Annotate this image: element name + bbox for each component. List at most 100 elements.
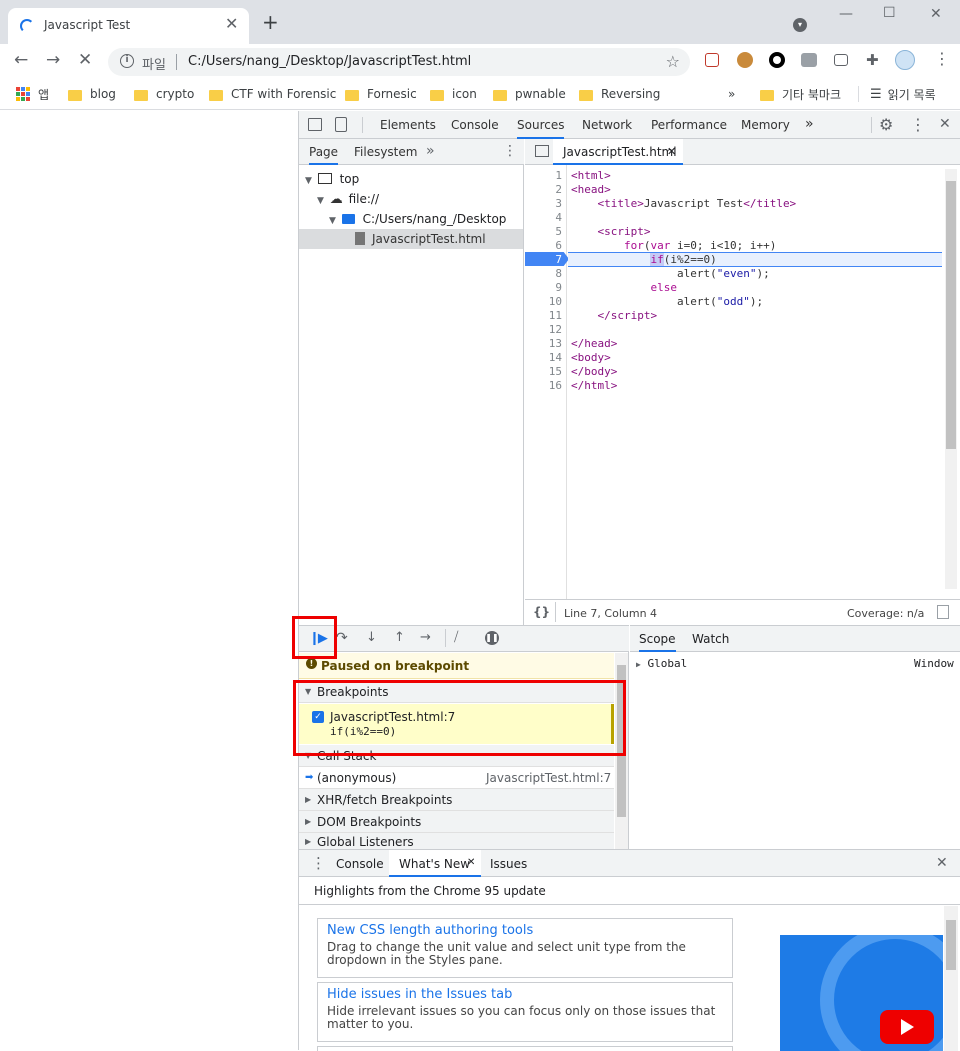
devtools-close-icon[interactable]: ✕	[939, 116, 951, 132]
browser-tab[interactable]: Javascript Test ✕	[8, 8, 249, 44]
tab-search-icon[interactable]: ▾	[793, 18, 807, 32]
extension-cookie-icon[interactable]	[737, 52, 753, 68]
devtools-menu-icon[interactable]: ⋮	[910, 115, 926, 134]
device-toolbar-icon[interactable]	[335, 117, 347, 132]
frame-icon	[317, 173, 332, 184]
step-out-icon[interactable]: ↑	[394, 630, 405, 645]
address-bar[interactable]: i 파일 C:/Users/nang_/Desktop/JavascriptTe…	[108, 48, 690, 76]
toggle-debugger-icon[interactable]	[937, 605, 949, 619]
tab-watch[interactable]: Watch	[692, 632, 729, 646]
bookmark-star-icon[interactable]: ☆	[666, 52, 680, 71]
stop-icon[interactable]: ✕	[78, 51, 92, 69]
drawer-close-icon[interactable]: ✕	[936, 855, 948, 871]
feature-card[interactable]: Hide issues in the Issues tab Hide irrel…	[317, 982, 733, 1042]
bookmark-label: CTF with Forensic	[231, 87, 337, 101]
bookmark-reversing[interactable]: Reversing	[579, 84, 660, 104]
bookmark-icon[interactable]: icon	[430, 84, 477, 104]
close-whats-new-icon[interactable]: ✕	[467, 857, 475, 868]
window-close-icon[interactable]: ✕	[930, 6, 942, 22]
reading-list[interactable]: ☰ 읽기 목록	[870, 84, 936, 104]
tab-scope[interactable]: Scope	[639, 632, 676, 652]
xhr-breakpoints-header[interactable]: ▶ XHR/fetch Breakpoints	[299, 789, 614, 811]
profile-avatar[interactable]	[895, 50, 915, 70]
bookmark-overflow-chevron-icon[interactable]: »	[728, 84, 735, 104]
feature-description: Hide irrelevant issues so you can focus …	[327, 1004, 716, 1031]
extension-circle-icon[interactable]	[769, 52, 785, 68]
drawer-tab-whats-new[interactable]: What's New ✕	[389, 850, 481, 877]
tab-performance[interactable]: Performance	[651, 118, 727, 132]
navigator-tabbar: Page Filesystem » ⋮	[299, 139, 524, 165]
global-listeners-header[interactable]: ▶ Global Listeners	[299, 833, 614, 850]
extension-calendar-icon[interactable]	[705, 53, 719, 67]
video-thumbnail[interactable]	[780, 935, 943, 1051]
code-line: <body>	[571, 351, 611, 364]
drawer-tab-issues[interactable]: Issues	[490, 857, 527, 871]
apps-shortcut[interactable]: 앱	[16, 84, 49, 104]
forward-icon[interactable]: →	[46, 51, 60, 69]
url-text[interactable]: C:/Users/nang_/Desktop/JavascriptTest.ht…	[188, 54, 471, 69]
maximize-icon[interactable]: ☐	[883, 5, 896, 21]
tab-memory[interactable]: Memory	[741, 118, 790, 132]
close-file-tab-icon[interactable]: ✕	[667, 145, 676, 158]
site-info-icon[interactable]: i	[120, 54, 134, 68]
extensions-puzzle-icon[interactable]: ✚	[866, 52, 882, 68]
menu-kebab-icon[interactable]: ⋮	[934, 51, 950, 67]
dom-breakpoints-header[interactable]: ▶ DOM Breakpoints	[299, 811, 614, 833]
navigator-more-icon[interactable]: »	[426, 143, 435, 159]
bookmark-blog[interactable]: blog	[68, 84, 116, 104]
bookmark-ctf-with-forensic[interactable]: CTF with Forensic	[209, 84, 336, 104]
drawer-scrollbar[interactable]	[944, 906, 958, 1051]
drawer-scroll-thumb[interactable]	[946, 920, 956, 970]
scope-tabbar: Scope Watch	[630, 626, 960, 652]
drawer-menu-icon[interactable]: ⋮	[311, 854, 326, 872]
frame-location[interactable]: JavascriptTest.html:7	[486, 767, 611, 789]
tab-network[interactable]: Network	[582, 118, 632, 132]
pause-on-exceptions-icon[interactable]: ❚❚	[485, 631, 499, 645]
more-tabs-chevron-icon[interactable]: »	[805, 116, 814, 132]
collapsed-triangle-icon: ▶	[305, 795, 312, 804]
feature-title[interactable]: New CSS length authoring tools	[327, 923, 723, 938]
bookmark-crypto[interactable]: crypto	[134, 84, 194, 104]
current-frame-arrow-icon: ➡	[305, 772, 314, 783]
tree-file[interactable]: JavascriptTest.html	[299, 229, 523, 249]
extension-gray-icon[interactable]	[801, 53, 817, 67]
feature-title[interactable]: Hide issues in the Issues tab	[327, 987, 723, 1002]
tree-origin[interactable]: ▼ ☁ file://	[317, 192, 379, 207]
step-icon[interactable]: →	[420, 630, 431, 645]
tree-top[interactable]: ▼ top	[305, 172, 359, 186]
inspect-element-icon[interactable]	[308, 118, 322, 131]
tab-elements[interactable]: Elements	[380, 118, 436, 132]
new-tab-button[interactable]: +	[262, 12, 279, 32]
callstack-frame[interactable]: ➡ (anonymous) JavascriptTest.html:7	[299, 767, 614, 789]
deactivate-breakpoints-icon[interactable]: ⧸	[454, 630, 458, 645]
tab-page[interactable]: Page	[309, 145, 339, 165]
editor-scroll-thumb[interactable]	[946, 181, 956, 449]
devtools-drawer: ⋮ Console What's New ✕ Issues ✕ Highligh…	[299, 849, 960, 1051]
extension-screen-icon[interactable]	[834, 54, 848, 66]
back-icon[interactable]: ←	[14, 51, 28, 69]
minimize-icon[interactable]: —	[839, 6, 853, 22]
toggle-navigator-icon[interactable]	[535, 145, 549, 157]
navigator-menu-icon[interactable]: ⋮	[503, 143, 517, 159]
feature-card[interactable]: New CSS length authoring tools Drag to c…	[317, 918, 733, 978]
bookmark-pwnable[interactable]: pwnable	[493, 84, 566, 104]
pretty-print-icon[interactable]: {}	[533, 605, 550, 619]
tab-console[interactable]: Console	[451, 118, 499, 132]
youtube-play-button[interactable]	[880, 1010, 934, 1044]
scope-global-row[interactable]: ▶ Global	[636, 657, 687, 670]
settings-gear-icon[interactable]: ⚙	[879, 115, 893, 134]
code-line: <html>	[571, 169, 611, 182]
step-over-icon[interactable]: ↷	[336, 630, 348, 646]
code-line: </html>	[571, 379, 618, 392]
drawer-tab-console[interactable]: Console	[336, 857, 384, 871]
step-into-icon[interactable]: ↓	[366, 630, 377, 645]
tree-folder[interactable]: ▼ C:/Users/nang_/Desktop	[329, 212, 506, 226]
bookmark-fornesic[interactable]: Fornesic	[345, 84, 417, 104]
editor-scrollbar[interactable]	[945, 169, 957, 589]
tab-sources[interactable]: Sources	[517, 118, 565, 139]
close-tab-icon[interactable]: ✕	[225, 14, 238, 33]
tab-filesystem[interactable]: Filesystem	[354, 145, 417, 159]
editor-file-tab[interactable]: JavascriptTest.html ✕	[553, 139, 683, 165]
bookmark-other[interactable]: 기타 북마크	[760, 84, 841, 104]
code-area[interactable]: <html> <head> <title>Javascript Test</ti…	[525, 165, 945, 599]
